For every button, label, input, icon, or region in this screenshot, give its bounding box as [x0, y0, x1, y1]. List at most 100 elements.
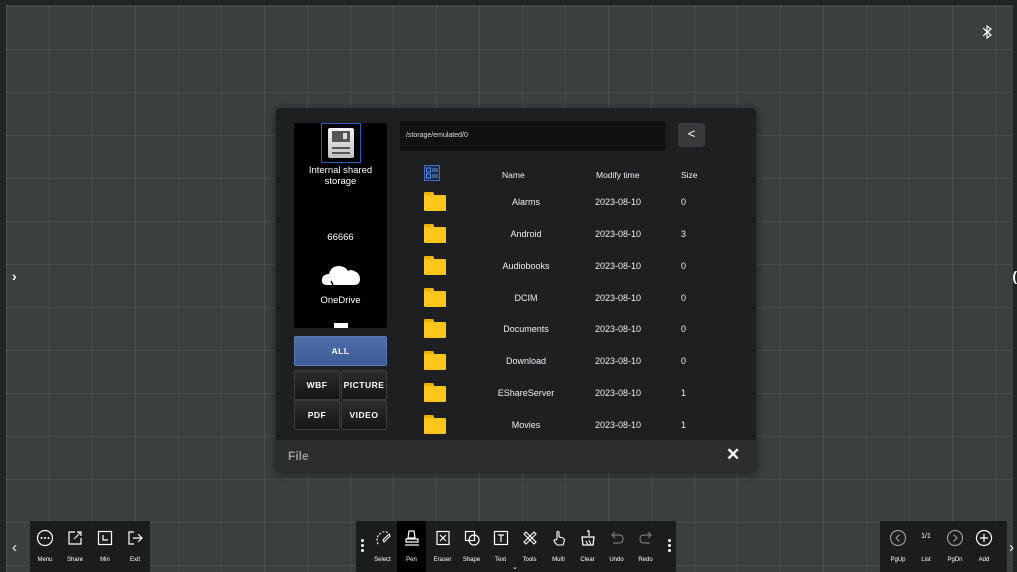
- left-toolbar: Menu Share Min Exit: [30, 521, 150, 572]
- list-view-icon[interactable]: [424, 165, 440, 181]
- file-row[interactable]: Android 2023-08-10 3: [276, 222, 756, 252]
- shape-label: Shape: [462, 557, 481, 563]
- folder-icon: [424, 351, 446, 370]
- exit-label: Exit: [129, 557, 140, 563]
- select-label: Select: [374, 557, 391, 563]
- folder-icon: [424, 224, 446, 243]
- file-row[interactable]: Download 2023-08-10 0: [276, 349, 756, 379]
- file-name: Download: [505, 356, 547, 366]
- left-edge-expand-icon[interactable]: ›: [12, 268, 17, 284]
- pgdn-label: PgDn: [947, 557, 963, 563]
- menu-icon: [36, 529, 54, 547]
- pen-label: Pen: [406, 557, 417, 563]
- undo-label: Undo: [609, 557, 624, 563]
- file-row[interactable]: Movies 2023-08-10 1: [276, 413, 756, 443]
- page-list-button[interactable]: 1/1 List: [912, 521, 940, 572]
- file-size: 1: [681, 420, 687, 430]
- file-name: Alarms: [511, 197, 540, 207]
- file-modify-time: 2023-08-10: [594, 293, 642, 303]
- text-label: Text: [494, 557, 506, 563]
- folder-icon: [424, 319, 446, 338]
- file-size: 0: [681, 197, 687, 207]
- file-name: Documents: [503, 324, 549, 334]
- file-name: EShareServer: [497, 388, 555, 398]
- file-size: 0: [681, 293, 687, 303]
- storage-icon[interactable]: [321, 123, 361, 163]
- file-row[interactable]: Documents 2023-08-10 0: [276, 317, 756, 347]
- file-size: 3: [681, 229, 687, 239]
- shape-icon: [464, 530, 480, 546]
- page-up-button[interactable]: PgUp: [884, 521, 912, 572]
- file-row[interactable]: DCIM 2023-08-10 0: [276, 286, 756, 316]
- file-modify-time: 2023-08-10: [594, 324, 642, 334]
- pen-icon: [404, 530, 419, 546]
- column-header-modify-time[interactable]: Modify time: [596, 170, 639, 180]
- column-header-name[interactable]: Name: [502, 170, 525, 180]
- menu-button[interactable]: Menu: [30, 521, 60, 572]
- text-icon: [493, 530, 508, 546]
- file-name: DCIM: [514, 293, 538, 303]
- file-modify-time: 2023-08-10: [594, 420, 642, 430]
- shape-tool-button[interactable]: Shape: [457, 521, 486, 572]
- redo-button[interactable]: Redo: [631, 521, 660, 572]
- text-tool-button[interactable]: Text: [486, 521, 515, 572]
- share-icon: [68, 531, 82, 545]
- file-size: 1: [681, 388, 687, 398]
- pgup-label: PgUp: [890, 557, 906, 563]
- page-down-button[interactable]: PgDn: [941, 521, 969, 572]
- page-up-icon: [889, 529, 907, 547]
- eraser-tool-button[interactable]: Eraser: [428, 521, 457, 572]
- tools-icon: [522, 531, 537, 545]
- eraser-icon: [435, 530, 450, 546]
- undo-icon: [610, 531, 624, 544]
- file-modify-time: 2023-08-10: [594, 388, 642, 398]
- column-header-size[interactable]: Size: [681, 170, 698, 180]
- pen-tool-button[interactable]: Pen: [397, 521, 426, 572]
- list-label: List: [921, 557, 931, 563]
- select-tool-button[interactable]: Select: [369, 521, 396, 572]
- folder-icon: [424, 192, 446, 211]
- clear-button[interactable]: Clear: [573, 521, 602, 572]
- right-edge-expand-icon[interactable]: (: [1012, 268, 1017, 284]
- dialog-footer: File ✕: [276, 440, 756, 472]
- folder-icon: [424, 256, 446, 275]
- file-size: 0: [681, 324, 687, 334]
- share-button[interactable]: Share: [60, 521, 90, 572]
- file-name: Movies: [511, 420, 541, 430]
- add-page-button[interactable]: Add: [970, 521, 998, 572]
- bluetooth-icon[interactable]: [979, 24, 995, 40]
- file-row[interactable]: Audiobooks 2023-08-10 0: [276, 254, 756, 284]
- minimize-button[interactable]: Min: [90, 521, 120, 572]
- undo-button[interactable]: Undo: [602, 521, 631, 572]
- minimize-label: Min: [100, 557, 110, 563]
- folder-icon: [424, 288, 446, 307]
- select-icon: [375, 531, 391, 545]
- file-size: 0: [681, 261, 687, 271]
- page-indicator: 1/1: [921, 533, 931, 540]
- share-label: Share: [66, 557, 83, 563]
- more-options-right-icon[interactable]: [668, 539, 671, 554]
- source-internal-storage[interactable]: Internal shared storage: [294, 165, 387, 187]
- path-input[interactable]: /storage/emulated/0: [400, 121, 665, 151]
- file-name: Audiobooks: [502, 261, 550, 271]
- folder-icon: [424, 415, 446, 434]
- file-row[interactable]: Alarms 2023-08-10 0: [276, 190, 756, 220]
- page-toolbar: PgUp 1/1 List PgDn Add: [880, 521, 1007, 572]
- multi-touch-button[interactable]: Multi: [544, 521, 573, 572]
- file-row[interactable]: EShareServer 2023-08-10 1: [276, 381, 756, 411]
- dialog-title: File: [288, 449, 309, 463]
- add-label: Add: [978, 557, 990, 563]
- exit-button[interactable]: Exit: [120, 521, 150, 572]
- exit-icon: [128, 531, 143, 545]
- back-button[interactable]: <: [678, 123, 705, 147]
- clear-icon: [580, 530, 595, 546]
- toolbar-collapse-icon[interactable]: ⌄: [512, 563, 518, 571]
- collapse-left-toolbar-icon[interactable]: ‹: [12, 539, 17, 556]
- more-options-icon[interactable]: [361, 539, 364, 554]
- collapse-right-toolbar-icon[interactable]: ›: [1009, 539, 1014, 556]
- tools-button[interactable]: Tools: [515, 521, 544, 572]
- close-button[interactable]: ✕: [726, 445, 740, 465]
- file-dialog: Internal shared storage 66666 OneDrive A…: [276, 108, 756, 472]
- redo-label: Redo: [638, 557, 653, 563]
- minimize-icon: [97, 530, 113, 546]
